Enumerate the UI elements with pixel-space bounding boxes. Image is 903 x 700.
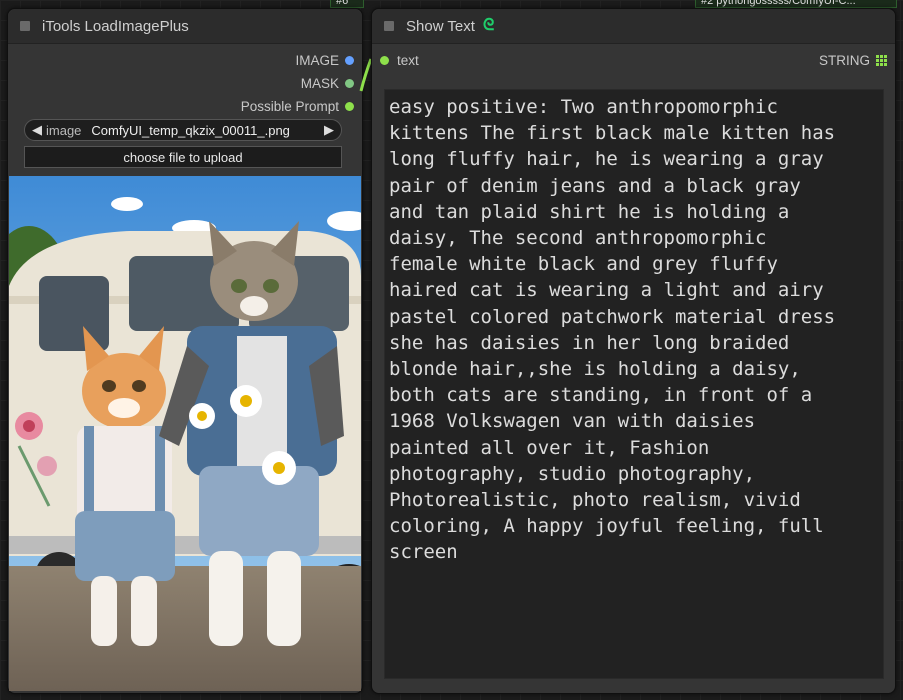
image-widget-value: ComfyUI_temp_qkzix_00011_.png xyxy=(91,122,290,138)
load-image-node[interactable]: iTools LoadImagePlus IMAGE MASK Possible… xyxy=(7,8,363,694)
image-combo-widget[interactable]: ◀ image ComfyUI_temp_qkzix_00011_.png ▶ xyxy=(24,119,342,141)
node-title-bar[interactable]: iTools LoadImagePlus xyxy=(8,9,362,44)
output-label: MASK xyxy=(300,75,339,91)
upload-button[interactable]: choose file to upload xyxy=(24,146,342,168)
input-text[interactable]: text xyxy=(380,52,419,68)
node-id-badge: #6 xyxy=(330,0,364,8)
collapse-toggle-icon[interactable] xyxy=(384,21,394,31)
python-snake-icon: ᘓ xyxy=(482,17,495,34)
input-label: text xyxy=(397,52,419,68)
output-possible-prompt[interactable]: Possible Prompt xyxy=(241,98,354,114)
node-title: Show Text xyxy=(406,17,475,35)
image-preview xyxy=(9,176,361,691)
output-slot-dot-icon[interactable] xyxy=(345,78,354,88)
output-image[interactable]: IMAGE xyxy=(295,52,354,68)
node-source-badge: #2 pythongosssss/ComfyUI-C... xyxy=(695,0,897,8)
arrow-left-icon[interactable]: ◀ xyxy=(32,122,42,138)
node-title: iTools LoadImagePlus xyxy=(42,17,189,35)
output-string[interactable]: STRING xyxy=(819,52,887,68)
output-label: Possible Prompt xyxy=(240,98,339,114)
output-slot-dot-icon[interactable] xyxy=(345,55,354,65)
output-mask[interactable]: MASK xyxy=(301,75,354,91)
arrow-right-icon[interactable]: ▶ xyxy=(324,122,334,138)
collapse-toggle-icon[interactable] xyxy=(20,21,30,31)
input-slot-dot-icon[interactable] xyxy=(380,55,389,65)
image-widget-label: image xyxy=(46,122,82,138)
output-label: STRING xyxy=(818,52,870,68)
node-title-bar[interactable]: Show Text ᘓ xyxy=(372,9,895,44)
grid-slot-icon[interactable] xyxy=(876,54,887,66)
output-slot-dot-icon[interactable] xyxy=(345,101,354,111)
output-label: IMAGE xyxy=(295,52,339,68)
kittens-photo-illustration xyxy=(9,176,361,691)
show-text-node[interactable]: Show Text ᘓ text STRING easy positive: T… xyxy=(371,8,896,694)
text-display-area[interactable]: easy positive: Two anthropomorphic kitte… xyxy=(384,89,884,679)
